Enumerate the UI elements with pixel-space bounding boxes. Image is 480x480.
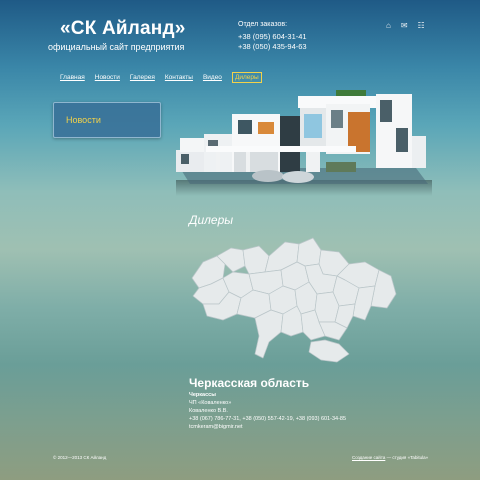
site-title[interactable]: «СК Айланд»: [60, 18, 186, 40]
nav-item-contacts[interactable]: Контакты: [165, 74, 193, 83]
house-image: [176, 90, 432, 196]
dealer-email[interactable]: tcmkeram@bigmir.net: [189, 424, 243, 430]
page-heading: Дилеры: [189, 213, 234, 227]
site-subtitle: официальный сайт предприятия: [48, 42, 185, 52]
dealer-person: Коваленко В.В.: [189, 408, 228, 414]
news-sidebar-button[interactable]: Новости: [53, 102, 161, 138]
nav-item-news[interactable]: Новости: [95, 74, 120, 83]
phone-number-1: +38 (095) 604-31-41: [238, 32, 307, 41]
region-title: Черкасская область: [189, 376, 310, 390]
footer-copyright: © 2012—2013 СК Айланд: [53, 455, 107, 460]
footer-dev-studio: — студия «Tabitula»: [385, 455, 429, 460]
phone-number-2: +38 (050) 435-94-63: [238, 42, 307, 51]
nav-item-video[interactable]: Видео: [203, 74, 222, 83]
main-nav: Главная Новости Галерея Контакты Видео Д…: [60, 72, 262, 83]
ukraine-map[interactable]: [189, 236, 399, 364]
nav-item-home[interactable]: Главная: [60, 74, 85, 83]
mail-icon[interactable]: ✉: [401, 21, 408, 30]
home-icon[interactable]: ⌂: [386, 21, 391, 30]
dealer-company: ЧП «Коваленко»: [189, 400, 232, 406]
header-icons: ⌂ ✉ ☷: [386, 21, 425, 30]
dealer-city: Черкассы: [189, 392, 216, 398]
nav-item-gallery[interactable]: Галерея: [130, 74, 155, 83]
orders-label: Отдел заказов:: [238, 21, 288, 28]
sitemap-icon[interactable]: ☷: [418, 21, 425, 30]
dealer-phones: +38 (067) 786-77-31, +38 (050) 557-42-19…: [189, 416, 347, 422]
footer-credits: Создание сайта — студия «Tabitula»: [352, 455, 428, 460]
footer-dev-link[interactable]: Создание сайта: [352, 455, 385, 460]
news-sidebar-label: Новости: [66, 115, 101, 125]
nav-item-dealers[interactable]: Дилеры: [231, 72, 262, 83]
